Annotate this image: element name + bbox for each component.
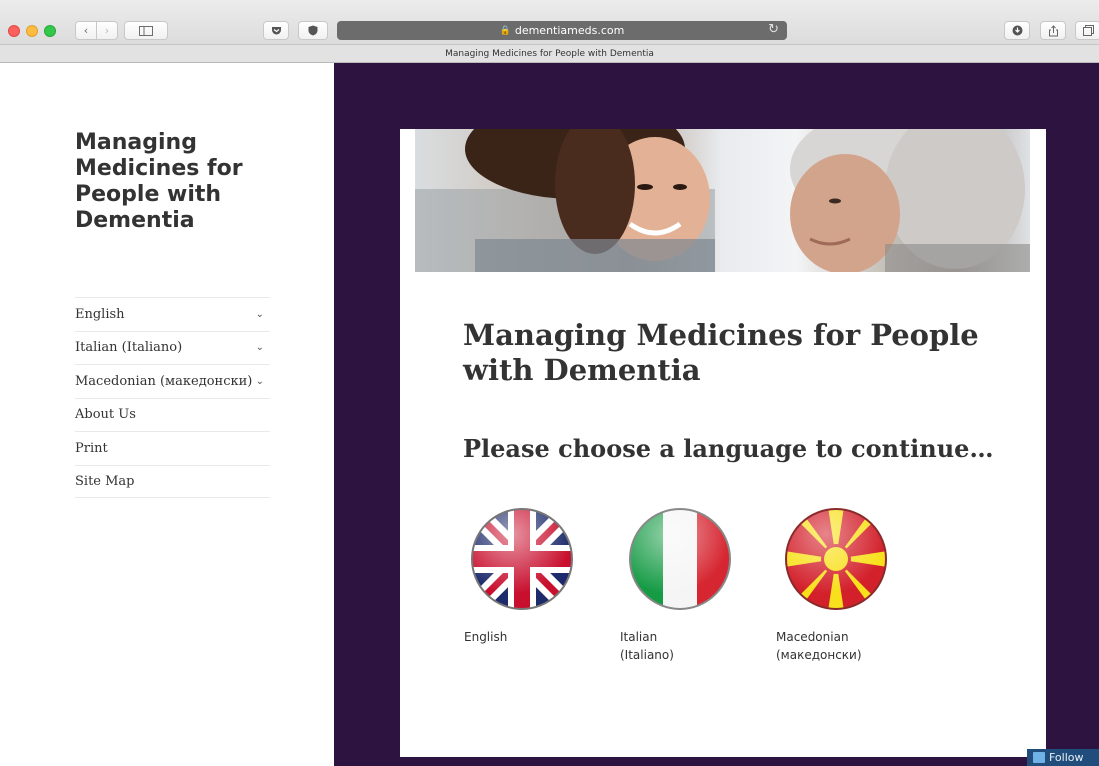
reload-icon[interactable]: ↻ xyxy=(768,22,779,37)
url-text: dementiameds.com xyxy=(514,24,625,37)
chevron-down-icon[interactable]: ⌄ xyxy=(256,342,264,353)
nav-item-label: Print xyxy=(75,440,108,456)
macedonian-language-link[interactable]: Macedonian (македонски) xyxy=(776,628,868,664)
nav-item-label: Italian (Italiano) xyxy=(75,340,183,356)
sidebar-icon xyxy=(139,25,153,36)
pocket-button[interactable] xyxy=(263,21,289,40)
chevron-down-icon[interactable]: ⌄ xyxy=(256,309,264,320)
nav-item-site-map[interactable]: Site Map xyxy=(75,464,270,498)
site-navigation: English ⌄ Italian (Italiano) ⌄ Macedonia… xyxy=(75,297,270,498)
hero-banner-image xyxy=(415,129,1030,272)
nav-item-label: Macedonian (македонски) xyxy=(75,373,253,389)
chevron-right-icon: › xyxy=(104,24,110,37)
minimize-window-button[interactable] xyxy=(26,25,38,37)
nav-item-label: English xyxy=(75,306,125,322)
nav-item-about-us[interactable]: About Us xyxy=(75,397,270,432)
download-icon xyxy=(1012,25,1022,36)
share-button[interactable] xyxy=(1040,21,1066,40)
shield-icon xyxy=(308,25,318,36)
language-prompt-heading: Please choose a language to continue… xyxy=(463,434,994,463)
chevron-down-icon[interactable]: ⌄ xyxy=(256,376,264,387)
page-title: Managing Medicines for People with Demen… xyxy=(463,318,979,387)
hero-photo-illustration xyxy=(415,129,1030,272)
extension-button[interactable] xyxy=(298,21,328,40)
nav-item-macedonian[interactable]: Macedonian (македонски) ⌄ xyxy=(75,364,270,398)
site-title[interactable]: Managing Medicines for People with Demen… xyxy=(75,130,275,234)
active-tab-title[interactable]: Managing Medicines for People with Demen… xyxy=(445,49,654,59)
uk-flag-icon[interactable] xyxy=(470,507,574,611)
tabs-icon xyxy=(1082,25,1094,36)
downloads-button[interactable] xyxy=(1004,21,1030,40)
italy-flag-icon[interactable] xyxy=(628,507,732,611)
macedonia-flag-icon[interactable] xyxy=(784,507,888,611)
italian-language-link[interactable]: Italian (Italiano) xyxy=(620,628,700,664)
follow-icon xyxy=(1033,752,1045,763)
zoom-window-button[interactable] xyxy=(44,25,56,37)
chevron-left-icon: ‹ xyxy=(83,24,89,37)
english-language-link[interactable]: English xyxy=(464,628,574,646)
show-sidebar-button[interactable] xyxy=(124,21,168,40)
lock-icon: 🔒 xyxy=(499,25,511,36)
nav-item-label: About Us xyxy=(75,407,136,423)
share-icon xyxy=(1048,24,1058,36)
pocket-icon xyxy=(271,26,281,34)
browser-toolbar: ‹ › 🔒 dementiameds.com ↻ xyxy=(0,0,1099,44)
nav-item-english[interactable]: English ⌄ xyxy=(75,297,270,331)
close-window-button[interactable] xyxy=(8,25,20,37)
nav-item-print[interactable]: Print xyxy=(75,431,270,465)
nav-item-italian[interactable]: Italian (Italiano) ⌄ xyxy=(75,330,270,365)
follow-button[interactable]: Follow xyxy=(1027,749,1099,766)
forward-button[interactable]: › xyxy=(96,21,118,40)
back-button[interactable]: ‹ xyxy=(75,21,97,40)
follow-label: Follow xyxy=(1049,751,1084,764)
address-bar[interactable]: 🔒 dementiameds.com ↻ xyxy=(337,21,787,40)
tab-bar: Managing Medicines for People with Demen… xyxy=(0,44,1099,63)
nav-item-label: Site Map xyxy=(75,473,135,489)
tab-overview-button[interactable] xyxy=(1075,21,1099,40)
